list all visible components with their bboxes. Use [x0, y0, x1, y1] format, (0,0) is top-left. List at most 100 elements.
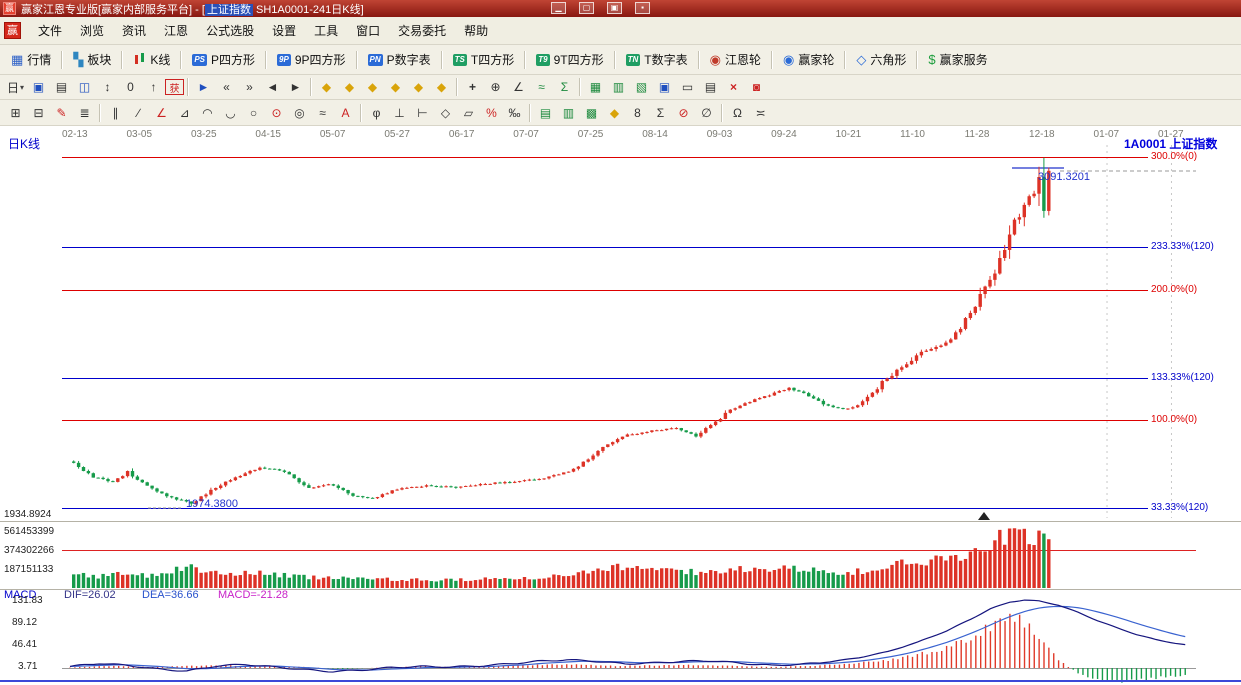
- menu-tools[interactable]: 工具: [305, 17, 347, 44]
- menu-window[interactable]: 窗口: [347, 17, 389, 44]
- menu-settings[interactable]: 设置: [263, 17, 305, 44]
- toolbar-t-square[interactable]: TS T四方形: [446, 47, 522, 72]
- menu-browse[interactable]: 浏览: [71, 17, 113, 44]
- toolbar-9p-square[interactable]: 9P 9P四方形: [270, 47, 352, 72]
- delete-icon[interactable]: ×: [722, 77, 745, 97]
- circle-tool[interactable]: ○: [242, 102, 265, 123]
- toolbar-separator: [770, 50, 773, 69]
- mdi-window-buttons: ▁ ▢ ▣ ▪: [551, 2, 650, 14]
- gann-diamond-5-icon[interactable]: ◆: [407, 77, 430, 97]
- toolbar-winner-service[interactable]: $ 赢家服务: [921, 47, 994, 72]
- permille-tool[interactable]: ‰: [503, 102, 526, 123]
- gann-diamond-3-icon[interactable]: ◆: [361, 77, 384, 97]
- menu-help[interactable]: 帮助: [455, 17, 497, 44]
- bottom-scroll-line[interactable]: [0, 680, 1241, 682]
- settings-tool[interactable]: Ω: [726, 102, 749, 123]
- wheel-eight-tool[interactable]: 8: [626, 102, 649, 123]
- toolbar-kline-icon: [133, 53, 146, 66]
- toolbar-sectors-icon: ▚: [73, 52, 84, 67]
- toolbar-gann-wheel[interactable]: ◉ 江恩轮: [703, 47, 768, 72]
- last-bar-icon[interactable]: »: [238, 77, 261, 97]
- toolbar-p-square[interactable]: PS P四方形: [185, 47, 262, 72]
- toolbar-9t-square[interactable]: T9 9T四方形: [529, 47, 610, 72]
- playback-icon[interactable]: ►: [192, 77, 215, 97]
- ray-tool[interactable]: ⊢: [411, 102, 434, 123]
- scale-toggle-icon[interactable]: ↕: [96, 77, 119, 97]
- split-window-icon[interactable]: ◫: [73, 77, 96, 97]
- gann-box-tool[interactable]: ⊞: [4, 102, 27, 123]
- angle-line-tool[interactable]: ∠: [150, 102, 173, 123]
- pencil-tool[interactable]: ✎: [50, 102, 73, 123]
- mdi-button-3[interactable]: ▣: [607, 2, 622, 14]
- menu-trade[interactable]: 交易委托: [389, 17, 455, 44]
- arc-upper-tool[interactable]: ◠: [196, 102, 219, 123]
- menu-formula-picker[interactable]: 公式选股: [197, 17, 263, 44]
- diamond-tool[interactable]: ◇: [434, 102, 457, 123]
- crosshair-icon[interactable]: +: [461, 77, 484, 97]
- gann-grid-tool[interactable]: ⊟: [27, 102, 50, 123]
- print-icon[interactable]: ▤: [699, 77, 722, 97]
- area-view-icon[interactable]: ▧: [630, 77, 653, 97]
- zoom-icon[interactable]: ⊕: [484, 77, 507, 97]
- end-tool[interactable]: ≍: [749, 102, 772, 123]
- menu-gann[interactable]: 江恩: [155, 17, 197, 44]
- gann-diamond-1-icon[interactable]: ◆: [315, 77, 338, 97]
- trend-line-tool[interactable]: ∕: [127, 102, 150, 123]
- mdi-button-1[interactable]: ▁: [551, 2, 566, 14]
- toolbar-quotes[interactable]: ▦ 行情: [4, 47, 58, 72]
- vertical-line-tool[interactable]: ⊥: [388, 102, 411, 123]
- golden-ratio-tool[interactable]: φ: [365, 102, 388, 123]
- toolbar-t-table[interactable]: TN T数字表: [619, 47, 695, 72]
- levels-tool[interactable]: ≣: [73, 102, 96, 123]
- text-tool[interactable]: A: [334, 102, 357, 123]
- toolbar-winner-wheel[interactable]: ◉ 赢家轮: [776, 47, 841, 72]
- stats-icon[interactable]: Σ: [553, 77, 576, 97]
- toolbar-t-square-icon: TS: [452, 53, 467, 66]
- app-menu-icon[interactable]: 赢: [4, 22, 21, 39]
- monitor-icon[interactable]: ▭: [676, 77, 699, 97]
- mesh-tool[interactable]: ▩: [580, 102, 603, 123]
- prev-bar-icon[interactable]: ◄: [261, 77, 284, 97]
- gann-diamond-4-icon[interactable]: ◆: [384, 77, 407, 97]
- forbid-tool[interactable]: ⊘: [672, 102, 695, 123]
- snapshot-icon[interactable]: ▣: [27, 77, 50, 97]
- exit-icon[interactable]: ◙: [745, 77, 768, 97]
- notepad-icon[interactable]: ▤: [50, 77, 73, 97]
- wave-draw-tool[interactable]: ≈: [311, 102, 334, 123]
- sum-tool[interactable]: Σ: [649, 102, 672, 123]
- speed-triangle-tool[interactable]: ⊿: [173, 102, 196, 123]
- toolbar-hexagon[interactable]: ◇ 六角形: [849, 47, 913, 72]
- menu-file[interactable]: 文件: [29, 17, 71, 44]
- mdi-button-2[interactable]: ▢: [579, 2, 594, 14]
- next-bar-icon[interactable]: ►: [284, 77, 307, 97]
- chart-canvas[interactable]: 日K线 1A0001 上证指数 3091.3201 1974.3800 1934…: [0, 126, 1241, 685]
- wave-icon[interactable]: ≈: [530, 77, 553, 97]
- arc-lower-tool[interactable]: ◡: [219, 102, 242, 123]
- save-icon[interactable]: ▣: [653, 77, 676, 97]
- up-arrow-icon[interactable]: ↑: [142, 77, 165, 97]
- zero-marker-icon[interactable]: 0: [119, 77, 142, 97]
- toolbar-p-table[interactable]: PN P数字表: [361, 47, 438, 72]
- gold-section-tool[interactable]: ◆: [603, 102, 626, 123]
- capture-icon[interactable]: 获: [165, 79, 184, 95]
- first-bar-icon[interactable]: «: [215, 77, 238, 97]
- percent-tool[interactable]: %: [480, 102, 503, 123]
- gann-diamond-2-icon[interactable]: ◆: [338, 77, 361, 97]
- toolbar-kline[interactable]: K线: [126, 47, 177, 72]
- cycle-rings-tool[interactable]: ◎: [288, 102, 311, 123]
- clear-tool[interactable]: ∅: [695, 102, 718, 123]
- table-view-icon[interactable]: ▥: [607, 77, 630, 97]
- mdi-button-4[interactable]: ▪: [635, 2, 650, 14]
- v-grid-tool[interactable]: ▥: [557, 102, 580, 123]
- grid-view-icon[interactable]: ▦: [584, 77, 607, 97]
- period-selector[interactable]: 日: [4, 77, 27, 97]
- parallel-lines-tool[interactable]: ∥: [104, 102, 127, 123]
- time-circle-tool[interactable]: ⊙: [265, 102, 288, 123]
- gann-diamond-6-icon[interactable]: ◆: [430, 77, 453, 97]
- toolbar-sectors[interactable]: ▚ 板块: [66, 47, 118, 72]
- channel-tool[interactable]: ▱: [457, 102, 480, 123]
- h-grid-tool[interactable]: ▤: [534, 102, 557, 123]
- menu-news[interactable]: 资讯: [113, 17, 155, 44]
- toolbar-p-table-label: P数字表: [386, 53, 431, 67]
- angle-measure-icon[interactable]: ∠: [507, 77, 530, 97]
